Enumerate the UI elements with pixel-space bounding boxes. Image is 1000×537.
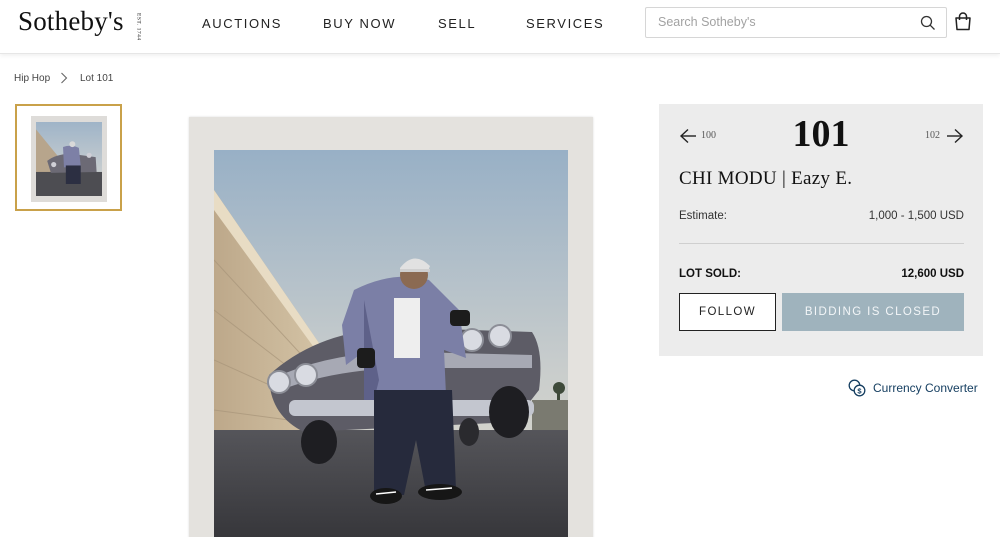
lot-info-panel: 100 101 102 CHI MODU | Eazy E. Estimate:… — [659, 104, 983, 356]
bidding-closed-button: BIDDING IS CLOSED — [782, 293, 964, 331]
next-lot-link[interactable]: 102 — [925, 130, 940, 141]
sothebys-logo[interactable]: Sotheby's — [18, 6, 124, 37]
lot-main-image[interactable] — [189, 117, 593, 537]
breadcrumb-lot: Lot 101 — [80, 73, 114, 84]
logo-est-mark: EST. 1744 — [135, 13, 142, 41]
estimate-label: Estimate: — [679, 210, 727, 222]
arrow-right-icon[interactable] — [946, 128, 964, 144]
site-header: Sotheby's EST. 1744 AUCTIONS BUY NOW SEL… — [0, 0, 1000, 54]
lot-image-thumbnail[interactable] — [15, 104, 122, 211]
lot-photograph — [214, 150, 568, 537]
thumbnail-photo — [36, 122, 102, 196]
nav-auctions[interactable]: AUCTIONS — [202, 16, 282, 31]
divider — [679, 243, 964, 244]
lot-sold-price: 12,600 USD — [901, 268, 964, 280]
search-box[interactable] — [645, 7, 947, 38]
currency-exchange-icon: $ — [848, 379, 866, 397]
breadcrumb-hip-hop[interactable]: Hip Hop — [14, 73, 50, 84]
nav-services[interactable]: SERVICES — [526, 16, 604, 31]
nav-sell[interactable]: SELL — [438, 16, 476, 31]
chevron-right-icon — [61, 72, 68, 84]
currency-converter-label: Currency Converter — [873, 381, 978, 395]
thumbnail-mat — [31, 116, 107, 202]
search-input[interactable] — [658, 15, 908, 29]
search-icon[interactable] — [920, 15, 936, 31]
lot-sold-label: LOT SOLD: — [679, 268, 741, 280]
lot-title: CHI MODU | Eazy E. — [679, 168, 853, 189]
estimate-value: 1,000 - 1,500 USD — [868, 210, 964, 222]
follow-button[interactable]: FOLLOW — [679, 293, 776, 331]
nav-buy-now[interactable]: BUY NOW — [323, 16, 396, 31]
shopping-bag-icon[interactable] — [954, 12, 972, 31]
